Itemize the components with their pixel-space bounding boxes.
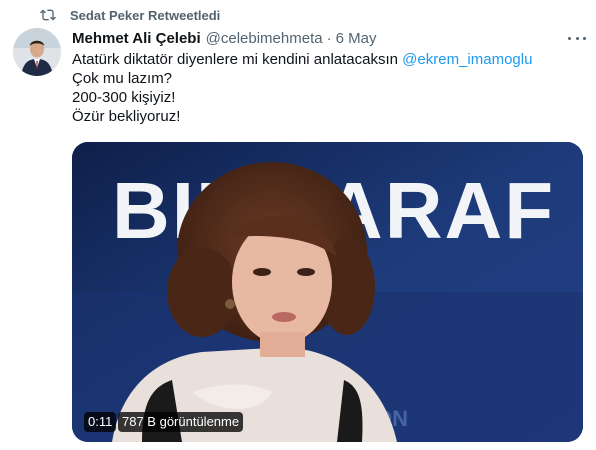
- retweet-context[interactable]: Sedat Peker Retweetledi: [40, 6, 220, 24]
- tweet-line-1: Atatürk diktatör diyenlere mi kendini an…: [72, 50, 572, 69]
- retweet-label: Sedat Peker Retweetledi: [70, 7, 221, 23]
- avatar[interactable]: [13, 28, 61, 76]
- mention-link[interactable]: @ekrem_imamoglu: [402, 51, 532, 68]
- video-frame: BIR TARAF TON: [72, 142, 583, 442]
- author-name[interactable]: Mehmet Ali Çelebi: [72, 30, 201, 47]
- more-options-icon[interactable]: [568, 30, 586, 46]
- retweet-icon: [40, 7, 56, 23]
- tweet-date[interactable]: 6 May: [336, 30, 377, 47]
- tweet-line-2: Çok mu lazım?: [72, 70, 173, 87]
- video-player[interactable]: BIR TARAF TON 0:11 787 B görüntülenme: [72, 142, 583, 442]
- author-handle[interactable]: @celebimehmeta: [206, 30, 323, 47]
- tweet-text: Atatürk diktatör diyenlere mi kendini an…: [72, 50, 572, 126]
- video-view-count: 787 B görüntülenme: [118, 412, 244, 432]
- tweet-header: Mehmet Ali Çelebi @celebimehmeta · 6 May: [72, 28, 376, 48]
- video-duration: 0:11: [84, 412, 117, 432]
- tweet-line-4: Özür bekliyoruz!: [72, 108, 181, 125]
- tweet-line-3: 200-300 kişiyiz!: [72, 89, 176, 106]
- tweet-card[interactable]: Sedat Peker Retweetledi Mehmet Ali Çeleb…: [0, 0, 596, 450]
- separator-dot: ·: [326, 29, 332, 47]
- tweet-line-text: Atatürk diktatör diyenlere mi kendini an…: [72, 51, 403, 68]
